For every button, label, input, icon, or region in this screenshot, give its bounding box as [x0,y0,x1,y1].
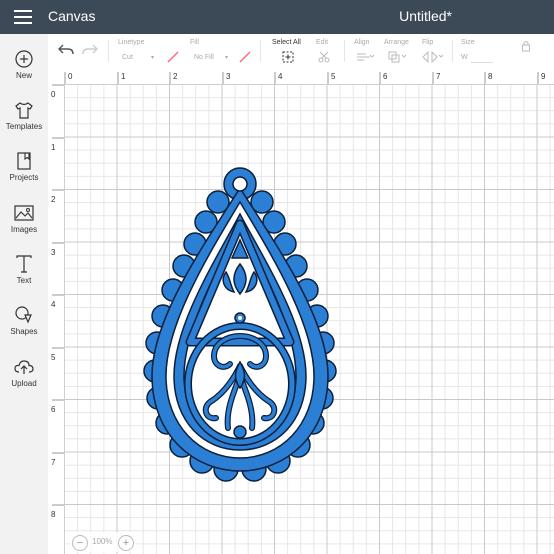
shapes-icon [15,306,32,324]
lock-icon[interactable] [521,40,531,52]
zoom-in-button[interactable]: + [118,535,134,551]
sidebar-item-projects[interactable]: Projects [0,146,48,194]
sidebar-item-images[interactable]: Images [0,198,48,246]
ruler-number: 1 [51,143,56,152]
edit-button[interactable]: Edit [316,38,338,66]
select-all-label: Select All [272,39,301,46]
sidebar-item-shapes[interactable]: Shapes [0,300,48,348]
select-all-icon [282,51,294,63]
linetype-value: Cut [122,54,133,61]
ruler-number: 2 [51,195,56,204]
redo-icon[interactable] [82,43,98,57]
toolbar-divider [452,40,453,62]
ruler-number: 7 [436,72,441,81]
arrange-button[interactable]: Arrange [384,38,414,66]
top-ruler: 0 1 2 3 4 5 6 7 8 9 [48,68,554,85]
text-t-icon [16,255,32,273]
scissors-icon [318,51,330,63]
sidebar-item-label: New [15,71,32,80]
flip-label: Flip [422,39,434,46]
arrange-label: Arrange [384,39,409,46]
ruler-number: 9 [541,72,546,81]
ruler-number: 5 [51,353,56,362]
zoom-level: 100% [92,537,113,546]
size-label: Size [461,39,475,46]
linetype-color-swatch [167,51,179,63]
ruler-number: 6 [383,72,388,81]
sidebar-item-new[interactable]: New [0,44,48,92]
ruler-number: 1 [121,72,126,81]
chevron-down-icon: ▾ [225,55,229,61]
align-icon [357,53,374,61]
sidebar-item-label: Shapes [10,327,38,336]
size-control: Size W [461,38,547,66]
flip-button[interactable]: Flip [422,38,446,66]
sidebar-item-label: Templates [5,122,43,131]
align-label: Align [354,39,370,46]
sidebar-item-label: Text [16,276,32,285]
left-sidebar: New Templates Projects Images Text Shape… [0,34,49,554]
shirt-icon [15,102,33,119]
select-all-button[interactable]: Select All [272,38,308,66]
edit-label: Edit [316,39,329,46]
toolbar-divider [344,40,345,62]
sidebar-item-label: Projects [9,173,39,182]
width-input[interactable] [471,52,493,63]
ruler-number: 8 [51,510,56,519]
linetype-control[interactable]: Linetype Cut ▾ [118,38,179,66]
fill-value: No Fill [194,54,214,61]
ruler-number: 3 [51,248,56,257]
app-title: Canvas [48,8,96,24]
zoom-out-button[interactable]: − [72,535,88,551]
ruler-number: 0 [68,72,73,81]
edit-toolbar: Linetype Cut ▾ Fill No Fill ▾ Select All… [48,34,554,69]
ruler-number: 8 [488,72,493,81]
width-field-label: W [461,54,468,61]
align-button[interactable]: Align [354,38,378,66]
sidebar-item-text[interactable]: Text [0,249,48,297]
left-ruler: 0 1 2 3 4 5 6 7 8 [48,84,65,554]
sidebar-item-label: Upload [11,379,37,388]
fill-control[interactable]: Fill No Fill ▾ [190,38,252,66]
zoom-control: − 100% + [70,532,136,552]
paisley-design[interactable] [140,166,340,484]
chevron-down-icon: ▾ [151,55,155,61]
toolbar-divider [108,40,109,62]
linetype-label: Linetype [118,39,145,46]
ruler-number: 3 [226,72,231,81]
ruler-ticks [52,84,64,506]
plus-circle-icon [15,50,33,68]
toolbar-divider [260,40,261,62]
ruler-number: 2 [173,72,178,81]
arrange-icon [388,51,407,63]
ruler-number: 7 [51,458,56,467]
sidebar-item-templates[interactable]: Templates [0,95,48,143]
flip-icon [422,51,444,63]
ruler-number: 6 [51,405,56,414]
sidebar-item-label: Images [10,225,38,234]
sidebar-item-upload[interactable]: Upload [0,352,48,400]
document-title[interactable]: Untitled* [399,8,452,24]
top-bar: Canvas Untitled* [0,0,554,34]
cloud-upload-icon [14,360,34,374]
bookmark-book-icon [17,152,31,170]
ruler-number: 4 [51,300,56,309]
undo-icon[interactable] [58,43,74,57]
ruler-number: 4 [278,72,283,81]
fill-label: Fill [190,39,199,46]
image-icon [14,205,34,221]
hamburger-menu-icon[interactable] [14,10,32,24]
ruler-number: 0 [51,90,56,99]
fill-color-swatch [239,51,251,63]
ruler-number: 5 [331,72,336,81]
